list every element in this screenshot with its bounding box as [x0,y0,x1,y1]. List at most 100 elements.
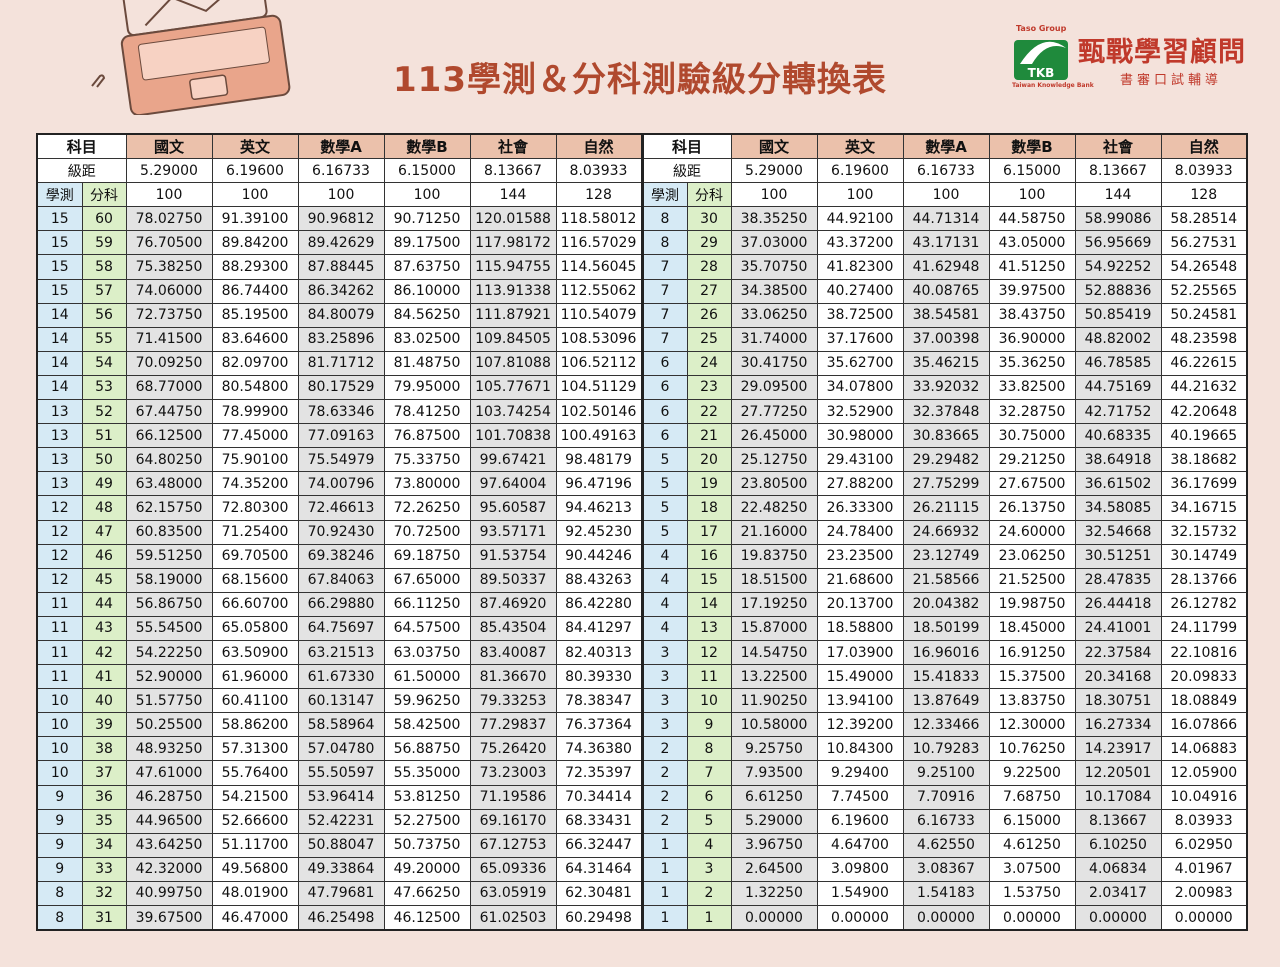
fenke-label: 分科 [81,182,127,208]
score-english: 75.90100 [211,447,299,473]
score-science: 44.21632 [1160,374,1248,401]
score-chinese: 15.87000 [730,615,818,641]
fenke-level: 47 [81,519,127,545]
score-english: 66.60700 [211,591,299,617]
score-chinese: 26.45000 [730,423,818,449]
table-row: 15 60 78.02750 91.39100 90.96812 90.71250 120.… [36,206,1248,232]
score-math-a: 6.16733 [902,808,990,834]
xuece-level: 1 [640,905,688,931]
score-chinese: 44.96500 [125,808,213,834]
xuece-level: 9 [36,832,83,858]
full-chinese: 100 [125,182,213,208]
logo-group-text: Taso Group [1016,24,1067,33]
score-english: 88.29300 [211,254,299,280]
xuece-level: 14 [36,350,83,376]
score-math-a: 53.96414 [297,784,385,810]
xuece-level: 8 [36,880,83,907]
table-row: 10 38 48.93250 57.31300 57.04780 56.88750 75.2… [36,736,1248,762]
score-math-b: 49.20000 [383,856,471,882]
score-math-a: 75.54979 [297,447,385,473]
score-math-a: 69.38246 [297,543,385,569]
fenke-level: 12 [686,639,732,666]
score-math-a: 3.08367 [902,856,990,882]
score-chinese: 22.48250 [730,495,818,521]
score-chinese: 60.83500 [125,519,213,545]
score-chinese: 2.64500 [730,856,818,882]
xuece-level: 4 [640,567,688,593]
score-english: 9.29400 [816,760,904,786]
brand-logo: Taso Group TKB Taiwan Knowledge Bank 甄戰學… [1012,24,1272,94]
score-math-b: 87.63750 [383,254,471,280]
step-label: 級距 [640,158,732,184]
xuece-level: 5 [640,519,688,545]
score-chinese: 37.03000 [730,230,818,256]
fenke-level: 27 [686,278,732,304]
score-chinese: 35.70750 [730,254,818,280]
table-row: 10 40 51.57750 60.41100 60.13147 59.96250 79.3… [36,688,1248,714]
score-english: 86.74400 [211,278,299,304]
xuece-level: 15 [36,230,83,256]
fenke-level: 33 [81,856,127,882]
score-english: 15.49000 [816,664,904,690]
xuece-level: 13 [36,423,83,449]
score-social: 54.92252 [1074,254,1162,280]
score-science: 12.05900 [1160,760,1248,786]
score-english: 83.64600 [211,326,299,352]
xuece-level: 9 [36,808,83,834]
subject-header-row: 科目 國文 英文 數學A 數學B 社會 自然 科目 國文 英文 數學A 數學B 社會 自然 [36,133,1248,160]
score-math-a: 37.00398 [902,326,990,352]
xuece-level: 2 [640,808,688,834]
score-chinese: 30.41750 [730,350,818,376]
xuece-level: 13 [36,447,83,473]
score-math-b: 50.73750 [383,832,471,858]
xuece-level: 11 [36,591,83,617]
fenke-level: 20 [686,447,732,473]
score-chinese: 55.54500 [125,615,213,641]
score-social: 105.77671 [469,374,557,401]
score-english: 44.92100 [816,206,904,232]
score-math-b: 39.97500 [988,278,1076,304]
score-math-a: 47.79681 [297,880,385,907]
score-chinese: 38.35250 [730,206,818,232]
score-social: 30.51251 [1074,543,1162,569]
score-math-b: 75.33750 [383,447,471,473]
subject-math-a: 數學A [297,133,385,160]
score-science: 36.17699 [1160,471,1248,497]
score-math-a: 43.17131 [902,230,990,256]
score-math-b: 46.12500 [383,905,471,931]
score-chinese: 9.25750 [730,736,818,762]
score-social: 10.17084 [1074,784,1162,810]
score-english: 23.23500 [816,543,904,569]
score-science: 96.47196 [555,471,643,497]
score-chinese: 6.61250 [730,784,818,810]
subject-social: 社會 [1074,133,1162,160]
fenke-label: 分科 [686,182,732,208]
score-social: 111.87921 [469,302,557,328]
score-social: 93.57171 [469,519,557,545]
score-math-a: 49.33864 [297,856,385,882]
score-social: 67.12753 [469,832,557,858]
full-science: 128 [1160,182,1248,208]
xuece-level: 6 [640,399,688,425]
score-social: 20.34168 [1074,664,1162,690]
fenke-level: 45 [81,567,127,593]
xuece-level: 6 [640,423,688,449]
score-math-b: 9.22500 [988,760,1076,786]
score-math-b: 30.75000 [988,423,1076,449]
score-chinese: 52.90000 [125,664,213,690]
xuece-level: 13 [36,399,83,425]
score-chinese: 17.19250 [730,591,818,617]
score-chinese: 76.70500 [125,230,213,256]
xuece-level: 14 [36,326,83,352]
score-math-b: 36.90000 [988,326,1076,352]
score-science: 16.07866 [1160,712,1248,738]
table-row: 12 47 60.83500 71.25400 70.92430 70.72500 93.5… [36,519,1248,545]
score-social: 16.27334 [1074,712,1162,738]
score-math-a: 52.42231 [297,808,385,834]
score-english: 34.07800 [816,374,904,401]
full-science: 128 [555,182,643,208]
xuece-level: 10 [36,712,83,738]
score-english: 37.17600 [816,326,904,352]
xuece-level: 5 [640,471,688,497]
score-social: 71.19586 [469,784,557,810]
